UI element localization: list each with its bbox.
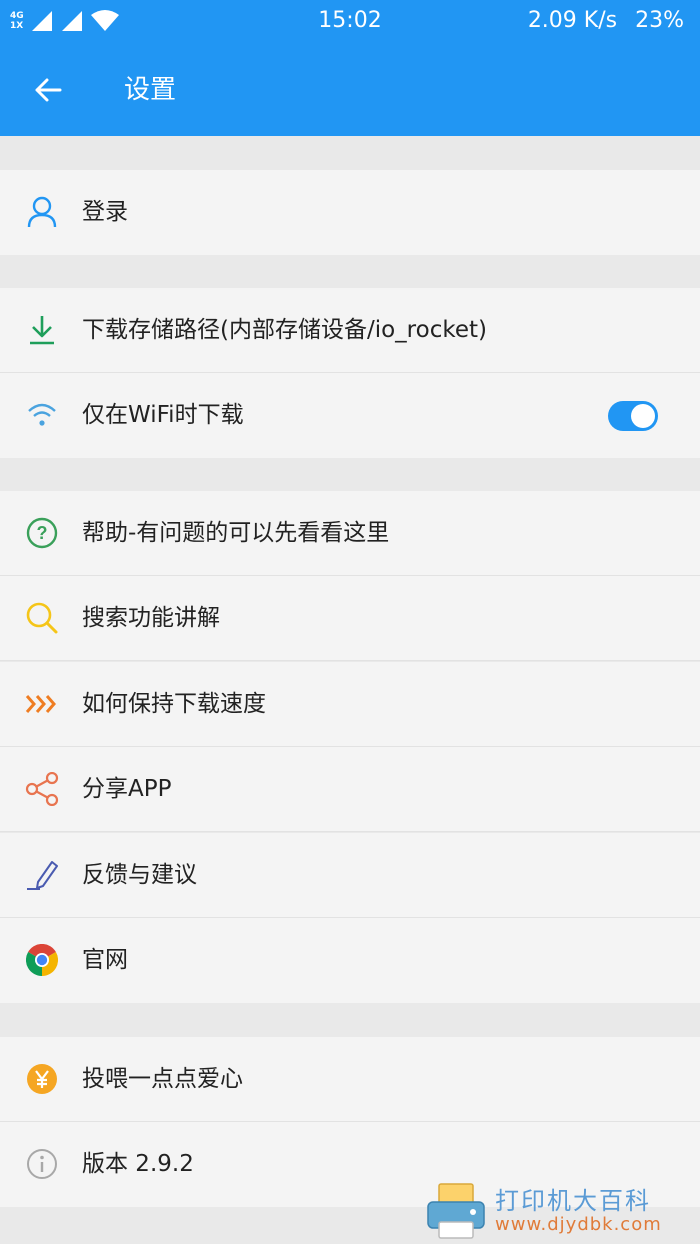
network-speed: 2.09 K/s [527,8,618,33]
battery-level: 23% [635,8,684,33]
settings-item-label: 如何保持下载速度 [82,691,266,717]
settings-item-login[interactable]: 登录 [0,170,700,255]
printer-logo-icon [427,1183,485,1239]
svg-text:?: ? [37,523,48,543]
info-icon [27,1149,57,1179]
settings-item-wifi-only[interactable]: 仅在WiFi时下载 [0,373,700,458]
chrome-icon [26,944,58,976]
settings-item-label: 版本 2.9.2 [82,1151,194,1177]
settings-item-label: 官网 [82,947,128,973]
settings-item-label: 分享APP [82,776,172,802]
settings-item-feedback[interactable]: 反馈与建议 [0,833,700,918]
wifi-icon [28,403,56,426]
watermark: 打印机大百科 www.djydbk.com [425,1180,700,1244]
status-bar: 4G 1X 15:02 2.09 K/s 23% [0,0,700,42]
settings-item-website[interactable]: 官网 [0,918,700,1003]
watermark-title: 打印机大百科 [495,1186,651,1215]
page-title: 设置 [124,75,177,105]
user-icon [27,196,57,228]
search-icon [26,602,58,634]
toolbar: 设置 [0,42,700,136]
watermark-text: 打印机大百科 www.djydbk.com [495,1186,662,1236]
settings-item-label: 投喂一点点爱心 [82,1066,243,1092]
yen-coin-icon [27,1064,57,1094]
settings-item-search-guide[interactable]: 搜索功能讲解 [0,576,700,661]
settings-item-help[interactable]: ? 帮助-有问题的可以先看看这里 [0,491,700,576]
arrow-left-icon [35,78,62,102]
help-icon: ? [26,517,58,549]
settings-item-donate[interactable]: 投喂一点点爱心 [0,1037,700,1122]
share-icon [25,772,59,806]
settings-item-label: 登录 [82,199,128,225]
settings-item-label: 帮助-有问题的可以先看看这里 [82,520,390,546]
status-bar-right: 2.09 K/s 23% [528,8,684,33]
settings-item-share[interactable]: 分享APP [0,747,700,832]
settings-item-download-path[interactable]: 下载存储路径(内部存储设备/io_rocket) [0,288,700,373]
watermark-url: www.djydbk.com [495,1214,662,1236]
settings-item-speed-tips[interactable]: 如何保持下载速度 [0,662,700,747]
settings-item-label: 搜索功能讲解 [82,605,220,631]
pencil-icon [27,861,58,890]
wifi-only-toggle[interactable] [608,401,658,431]
settings-item-label: 仅在WiFi时下载 [82,402,244,428]
settings-item-label: 下载存储路径(内部存储设备/io_rocket) [82,317,487,343]
toggle-knob [631,404,655,428]
download-icon [30,316,54,345]
settings-item-label: 反馈与建议 [82,862,197,888]
chevrons-right-icon [25,695,56,713]
back-button[interactable] [22,64,74,116]
